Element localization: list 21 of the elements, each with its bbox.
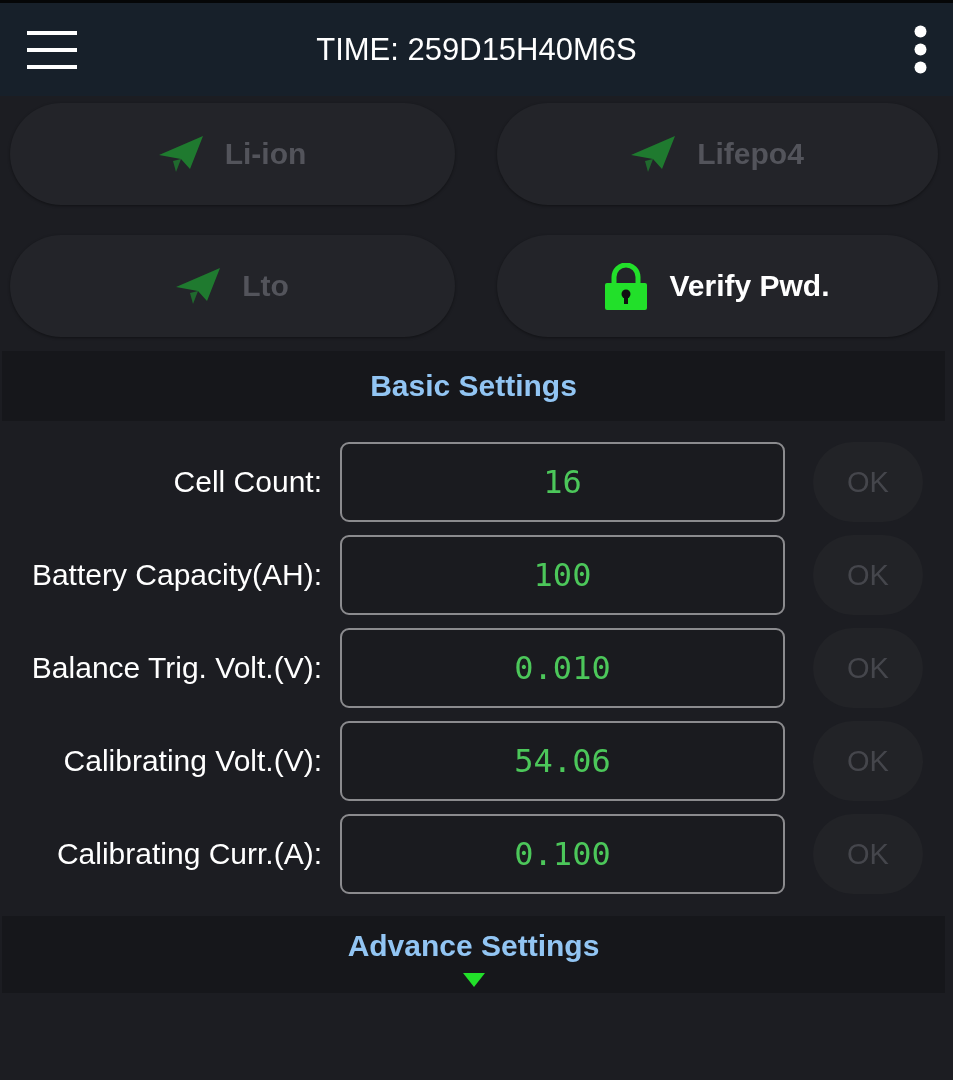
- input-field[interactable]: 0.100: [340, 814, 785, 894]
- more-options-icon[interactable]: [914, 25, 927, 74]
- field-label: Battery Capacity(AH):: [30, 558, 322, 592]
- menu-icon[interactable]: [27, 30, 77, 69]
- verify-password-button[interactable]: Verify Pwd.: [497, 235, 938, 337]
- input-field[interactable]: 16: [340, 442, 785, 522]
- input-field[interactable]: 100: [340, 535, 785, 615]
- field-label: Calibrating Curr.(A):: [55, 837, 322, 871]
- paper-plane-icon: [158, 136, 203, 172]
- field-label: Cell Count:: [172, 465, 322, 499]
- field-label: Balance Trig. Volt.(V):: [30, 651, 322, 685]
- field-label: Calibrating Volt.(V):: [62, 744, 322, 778]
- app-title: TIME: 259D15H40M6S: [316, 31, 637, 68]
- input-field[interactable]: 0.010: [340, 628, 785, 708]
- section-title: Basic Settings: [370, 369, 577, 403]
- section-header[interactable]: Advance Settings: [2, 916, 945, 993]
- input-field[interactable]: 54.06: [340, 721, 785, 801]
- lock-icon: [605, 262, 648, 310]
- paper-plane-icon: [631, 136, 676, 172]
- paper-plane-icon: [176, 268, 221, 304]
- section-title: Advance Settings: [347, 928, 600, 963]
